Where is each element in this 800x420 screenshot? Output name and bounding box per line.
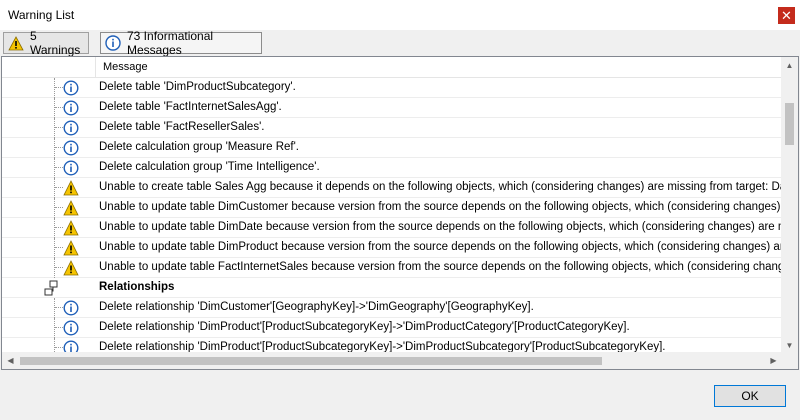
info-filter-label: 73 Informational Messages — [127, 29, 214, 57]
list-item[interactable]: Delete calculation group 'Measure Ref'. — [2, 138, 782, 158]
horizontal-scrollbar[interactable]: ◀ ▶ — [2, 352, 782, 369]
list-item[interactable]: Unable to create table Sales Agg because… — [2, 178, 782, 198]
group-row[interactable]: Relationships — [2, 278, 782, 298]
warning-icon — [63, 180, 79, 196]
tree-branch — [55, 227, 63, 228]
list-item[interactable]: Unable to update table DimCustomer becau… — [2, 198, 782, 218]
message-text: Delete calculation group 'Measure Ref'. — [99, 141, 299, 153]
info-filter-button[interactable]: 73 Informational Messages — [100, 29, 262, 57]
close-button[interactable]: ✕ — [778, 7, 795, 24]
info-icon — [63, 100, 79, 116]
window-title: Warning List — [8, 8, 75, 22]
list-item[interactable]: Delete table 'FactInternetSalesAgg'. — [2, 98, 782, 118]
close-icon: ✕ — [781, 8, 792, 23]
message-text: Delete relationship 'DimCustomer'[Geogra… — [99, 301, 534, 313]
message-list[interactable]: Message Delete table 'DimProductSubcateg… — [1, 56, 799, 370]
info-icon — [63, 120, 79, 136]
message-text: Unable to update table DimProduct becaus… — [99, 241, 782, 253]
toolbar: 5 Warnings 73 Informational Messages — [0, 29, 800, 57]
tree-branch — [55, 147, 63, 148]
list-item[interactable]: Delete relationship 'DimCustomer'[Geogra… — [2, 298, 782, 318]
tree-branch — [55, 167, 63, 168]
message-text: Unable to update table DimCustomer becau… — [99, 201, 782, 213]
info-icon — [63, 140, 79, 156]
tree-branch — [55, 87, 63, 88]
list-item[interactable]: Delete relationship 'DimProduct'[Product… — [2, 318, 782, 338]
vertical-scroll-thumb[interactable] — [785, 103, 794, 145]
message-text: Unable to create table Sales Agg because… — [99, 181, 782, 193]
warnings-filter-button[interactable]: 5 Warnings — [3, 29, 89, 57]
message-text: Delete table 'FactInternetSalesAgg'. — [99, 101, 282, 113]
info-icon — [63, 160, 79, 176]
message-text: Unable to update table FactInternetSales… — [99, 261, 782, 273]
info-icon — [63, 300, 79, 316]
message-column-header[interactable]: Message — [103, 61, 148, 73]
title-bar: Warning List ✕ — [0, 0, 800, 30]
list-item[interactable]: Delete table 'FactResellerSales'. — [2, 118, 782, 138]
scroll-left-icon[interactable]: ◀ — [2, 352, 19, 369]
warning-icon — [63, 240, 79, 256]
scroll-up-icon[interactable]: ▲ — [781, 57, 798, 74]
message-text: Delete table 'FactResellerSales'. — [99, 121, 265, 133]
warning-icon — [8, 35, 24, 50]
tree-branch — [55, 187, 63, 188]
tree-branch — [55, 327, 63, 328]
warning-icon — [63, 220, 79, 236]
tree-branch — [55, 267, 63, 268]
horizontal-scroll-thumb[interactable] — [20, 357, 602, 365]
ok-button[interactable]: OK — [714, 385, 786, 407]
message-rows: Delete table 'DimProductSubcategory'. Del… — [2, 78, 782, 354]
message-text: Delete relationship 'DimProduct'[Product… — [99, 321, 630, 333]
warning-icon — [63, 200, 79, 216]
list-header: Message — [2, 57, 782, 78]
info-icon — [63, 80, 79, 96]
info-icon — [105, 35, 121, 51]
info-icon — [63, 320, 79, 336]
tree-branch — [55, 107, 63, 108]
list-item[interactable]: Delete calculation group 'Time Intellige… — [2, 158, 782, 178]
group-label: Relationships — [99, 281, 175, 293]
tree-branch — [55, 127, 63, 128]
list-item[interactable]: Unable to update table DimDate because v… — [2, 218, 782, 238]
scroll-right-icon[interactable]: ▶ — [765, 352, 782, 369]
tree-branch — [55, 247, 63, 248]
message-text: Unable to update table DimDate because v… — [99, 221, 782, 233]
tree-branch — [55, 347, 63, 348]
message-text: Delete table 'DimProductSubcategory'. — [99, 81, 296, 93]
list-item[interactable]: Unable to update table DimProduct becaus… — [2, 238, 782, 258]
tree-branch — [55, 207, 63, 208]
header-divider[interactable] — [95, 57, 96, 78]
message-text: Delete calculation group 'Time Intellige… — [99, 161, 320, 173]
warnings-filter-label: 5 Warnings — [30, 29, 81, 57]
tree-branch — [55, 307, 63, 308]
list-item[interactable]: Delete table 'DimProductSubcategory'. — [2, 78, 782, 98]
vertical-scrollbar[interactable]: ▲ ▼ — [781, 57, 798, 354]
list-item[interactable]: Unable to update table FactInternetSales… — [2, 258, 782, 278]
relationship-group-icon — [44, 280, 58, 296]
warning-icon — [63, 260, 79, 276]
scroll-corner — [781, 352, 798, 369]
